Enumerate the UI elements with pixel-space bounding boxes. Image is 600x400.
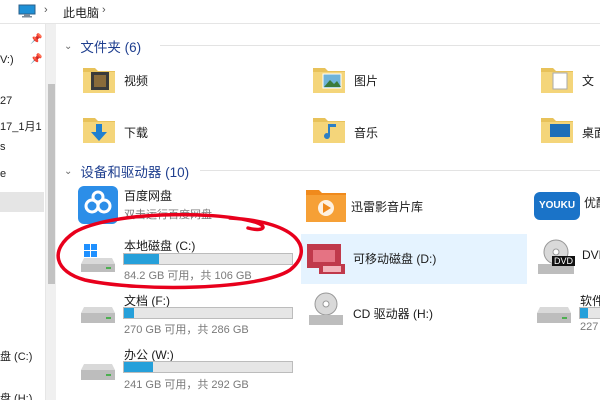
drive-usage-bar — [123, 307, 293, 319]
video-folder-icon — [83, 68, 115, 93]
breadcrumb-separator[interactable]: › — [44, 4, 48, 16]
device-baidu-netdisk[interactable]: 百度网盘 双击运行百度网盘 — [78, 184, 298, 228]
drive-usage-fill — [124, 254, 160, 264]
drive-space-text: 227 — [580, 321, 599, 333]
xunlei-folder-icon — [306, 190, 346, 222]
drive-label: CD 驱动器 (H:) — [353, 307, 433, 321]
folder-music[interactable]: 音乐 — [310, 108, 510, 154]
breadcrumb-this-pc[interactable]: 此电脑 — [63, 4, 99, 21]
pin-icon: 📌 — [30, 54, 43, 65]
folder-label: 音乐 — [354, 126, 379, 140]
documents-folder-icon — [541, 68, 573, 93]
nav-item-c-drive[interactable]: 盘 (C:) — [0, 348, 32, 364]
folder-documents[interactable]: 文 — [538, 58, 600, 104]
folders-section-header[interactable]: ⌄ 文件夹 (6) — [64, 36, 141, 56]
downloads-folder-icon — [83, 118, 115, 143]
nav-selected-item[interactable] — [0, 192, 44, 212]
hard-drive-icon — [81, 307, 115, 323]
folder-label: 下载 — [124, 126, 149, 140]
desktop-folder-icon — [541, 118, 573, 143]
drive-space-text: 270 GB 可用，共 286 GB — [124, 324, 249, 336]
drive-usage-bar — [579, 307, 600, 319]
device-xunlei-library[interactable]: 迅雷影音片库 — [305, 184, 525, 228]
device-label: 百度网盘 — [124, 189, 173, 203]
folder-label: 图片 — [354, 74, 379, 88]
drive-usage-fill — [580, 308, 588, 318]
drive-h[interactable]: CD 驱动器 (H:) — [305, 289, 525, 335]
devices-section-title: 设备和驱动器 (10) — [80, 165, 190, 180]
drive-d[interactable]: 可移动磁盘 (D:) — [305, 236, 525, 282]
drive-label: 本地磁盘 (C:) — [124, 239, 196, 253]
navigation-pane: 📌 V:) 📌 27 17_1月1 s e 盘 (C:) 盘 (H:) — [0, 24, 58, 400]
drive-w[interactable]: 办公 (W:) 241 GB 可用，共 292 GB — [78, 344, 300, 394]
nav-scrollbar[interactable] — [45, 24, 56, 400]
nav-item[interactable]: 17_1月1 — [0, 118, 42, 134]
pictures-folder-icon — [313, 68, 345, 93]
section-divider — [200, 170, 600, 171]
folder-label: 视频 — [124, 74, 149, 88]
chevron-down-icon[interactable]: ⌄ — [64, 41, 72, 52]
device-subtitle: 双击运行百度网盘 — [124, 209, 212, 221]
folder-downloads[interactable]: 下载 — [80, 108, 280, 154]
windows-drive-icon — [81, 244, 115, 272]
nav-item[interactable]: s — [0, 141, 6, 153]
drive-space-text: 84.2 GB 可用，共 106 GB — [124, 270, 252, 282]
devices-section-header[interactable]: ⌄ 设备和驱动器 (10) — [64, 161, 189, 181]
drive-c[interactable]: 本地磁盘 (C:) 84.2 GB 可用，共 106 GB — [78, 234, 300, 282]
scrollbar-thumb[interactable] — [48, 84, 55, 284]
folder-videos[interactable]: 视频 — [80, 58, 280, 104]
section-divider — [160, 45, 600, 46]
nav-item[interactable]: e — [0, 168, 6, 180]
drive-label: DVD — [582, 248, 600, 262]
youku-logo-icon: YOUKU — [534, 192, 580, 220]
drive-usage-fill — [124, 362, 153, 372]
this-pc-icon — [18, 4, 36, 18]
hard-drive-icon — [81, 364, 115, 380]
device-label: 优酷 — [584, 196, 600, 210]
cd-drive-icon — [309, 292, 343, 325]
drive-usage-fill — [124, 308, 135, 318]
drive-space-text: 241 GB 可用，共 292 GB — [124, 379, 249, 391]
removable-disk-icon — [307, 244, 345, 274]
device-label: 迅雷影音片库 — [351, 200, 424, 214]
chevron-down-icon[interactable]: ⌄ — [64, 166, 72, 177]
drive-usage-bar — [123, 253, 293, 265]
drive-usage-bar — [123, 361, 293, 373]
folder-desktop[interactable]: 桌面 — [538, 108, 600, 154]
music-folder-icon — [313, 118, 345, 143]
hard-drive-icon — [537, 307, 571, 323]
drive-software[interactable]: 软件 227 — [534, 289, 600, 335]
nav-item[interactable]: V:) — [0, 54, 14, 66]
drive-label: 可移动磁盘 (D:) — [353, 252, 437, 266]
folder-label: 文 — [582, 74, 595, 88]
folder-pictures[interactable]: 图片 — [310, 58, 510, 104]
address-bar[interactable]: › 此电脑 › — [0, 0, 600, 24]
folders-section-title: 文件夹 (6) — [80, 40, 142, 55]
drive-dvd[interactable]: DVD DVD — [534, 238, 600, 284]
drive-f[interactable]: 文档 (F:) 270 GB 可用，共 286 GB — [78, 289, 300, 336]
dvd-logo: DVD — [552, 256, 576, 266]
device-youku[interactable]: YOUKU 优酷 — [534, 184, 600, 228]
folder-label: 桌面 — [582, 126, 600, 140]
nav-item-h-drive[interactable]: 盘 (H:) — [0, 390, 32, 400]
breadcrumb-separator[interactable]: › — [102, 4, 106, 16]
baidu-netdisk-icon — [78, 186, 118, 224]
pin-icon: 📌 — [30, 34, 43, 45]
nav-item[interactable]: 27 — [0, 95, 12, 107]
